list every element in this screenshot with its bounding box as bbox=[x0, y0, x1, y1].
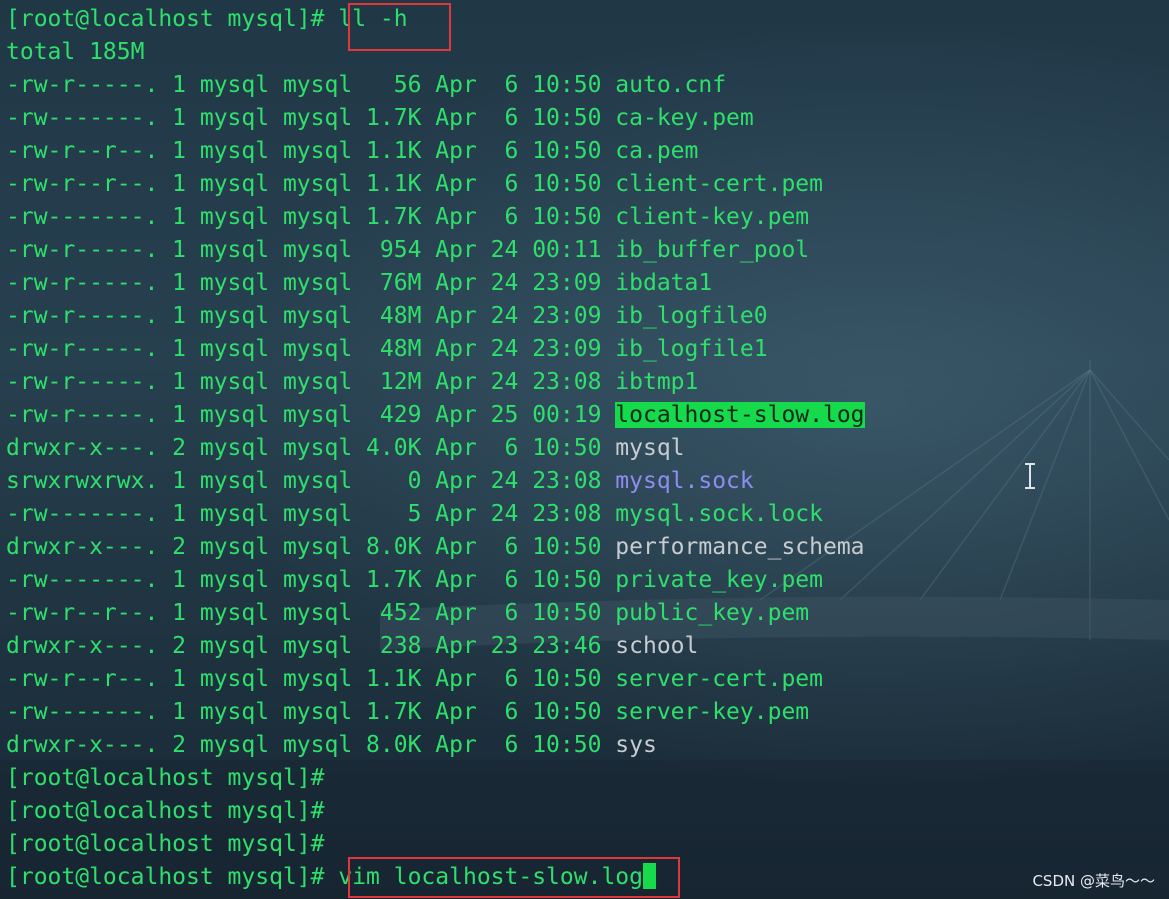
file-name: mysql.sock bbox=[615, 468, 754, 494]
file-row: -rw-r-----. 1 mysql mysql 954 Apr 24 00:… bbox=[6, 234, 865, 267]
file-name: performance_schema bbox=[615, 534, 865, 560]
file-row: -rw-r--r--. 1 mysql mysql 452 Apr 6 10:5… bbox=[6, 597, 865, 630]
shell-prompt: [root@localhost mysql]# bbox=[6, 864, 339, 890]
shell-prompt: [root@localhost mysql]# bbox=[6, 765, 339, 791]
file-row: -rw-r-----. 1 mysql mysql 76M Apr 24 23:… bbox=[6, 267, 865, 300]
file-name: mysql.sock.lock bbox=[615, 501, 823, 527]
file-row: -rw-r--r--. 1 mysql mysql 1.1K Apr 6 10:… bbox=[6, 168, 865, 201]
file-row: -rw-r-----. 1 mysql mysql 48M Apr 24 23:… bbox=[6, 300, 865, 333]
file-row: -rw-------. 1 mysql mysql 1.7K Apr 6 10:… bbox=[6, 102, 865, 135]
file-metadata: -rw-r-----. 1 mysql mysql 48M Apr 24 23:… bbox=[6, 303, 616, 329]
shell-prompt: [root@localhost mysql]# bbox=[6, 831, 339, 857]
file-row: -rw-r--r--. 1 mysql mysql 1.1K Apr 6 10:… bbox=[6, 135, 865, 168]
file-metadata: -rw-r-----. 1 mysql mysql 12M Apr 24 23:… bbox=[6, 369, 616, 395]
file-row: -rw-r-----. 1 mysql mysql 56 Apr 6 10:50… bbox=[6, 69, 865, 102]
file-row: drwxr-x---. 2 mysql mysql 8.0K Apr 6 10:… bbox=[6, 531, 865, 564]
file-name: client-key.pem bbox=[615, 204, 810, 230]
file-metadata: -rw-r-----. 1 mysql mysql 954 Apr 24 00:… bbox=[6, 237, 616, 263]
file-name: mysql bbox=[615, 435, 685, 461]
file-metadata: -rw-r--r--. 1 mysql mysql 1.1K Apr 6 10:… bbox=[6, 666, 616, 692]
file-name: server-key.pem bbox=[615, 699, 810, 725]
file-row: -rw-------. 1 mysql mysql 1.7K Apr 6 10:… bbox=[6, 201, 865, 234]
file-row: -rw-------. 1 mysql mysql 1.7K Apr 6 10:… bbox=[6, 696, 865, 729]
file-name: ibtmp1 bbox=[615, 369, 699, 395]
file-metadata: srwxrwxrwx. 1 mysql mysql 0 Apr 24 23:08 bbox=[6, 468, 616, 494]
file-metadata: -rw-r-----. 1 mysql mysql 76M Apr 24 23:… bbox=[6, 270, 616, 296]
total-size: total 185M bbox=[6, 39, 145, 65]
annotation-box-vim-command bbox=[348, 857, 680, 898]
file-metadata: -rw-------. 1 mysql mysql 1.7K Apr 6 10:… bbox=[6, 204, 616, 230]
file-metadata: drwxr-x---. 2 mysql mysql 8.0K Apr 6 10:… bbox=[6, 732, 616, 758]
csdn-watermark: CSDN @菜鸟～～ bbox=[1032, 872, 1155, 890]
file-row: -rw-r-----. 1 mysql mysql 429 Apr 25 00:… bbox=[6, 399, 865, 432]
file-name: ibdata1 bbox=[615, 270, 713, 296]
file-metadata: -rw-r--r--. 1 mysql mysql 1.1K Apr 6 10:… bbox=[6, 171, 616, 197]
file-row: srwxrwxrwx. 1 mysql mysql 0 Apr 24 23:08… bbox=[6, 465, 865, 498]
file-row: drwxr-x---. 2 mysql mysql 238 Apr 23 23:… bbox=[6, 630, 865, 663]
file-metadata: -rw-r--r--. 1 mysql mysql 1.1K Apr 6 10:… bbox=[6, 138, 616, 164]
file-name: auto.cnf bbox=[615, 72, 727, 98]
file-name: sys bbox=[615, 732, 657, 758]
file-metadata: -rw-------. 1 mysql mysql 1.7K Apr 6 10:… bbox=[6, 699, 616, 725]
file-name: school bbox=[615, 633, 699, 659]
file-name: public_key.pem bbox=[615, 600, 810, 626]
file-metadata: -rw-r-----. 1 mysql mysql 48M Apr 24 23:… bbox=[6, 336, 616, 362]
empty-prompt-line: [root@localhost mysql]# bbox=[6, 762, 865, 795]
file-metadata: -rw-r-----. 1 mysql mysql 429 Apr 25 00:… bbox=[6, 402, 616, 428]
file-row: -rw-r--r--. 1 mysql mysql 1.1K Apr 6 10:… bbox=[6, 663, 865, 696]
empty-prompt-line: [root@localhost mysql]# bbox=[6, 795, 865, 828]
file-row: -rw-------. 1 mysql mysql 5 Apr 24 23:08… bbox=[6, 498, 865, 531]
file-name: localhost-slow.log bbox=[615, 402, 865, 428]
file-metadata: -rw-------. 1 mysql mysql 1.7K Apr 6 10:… bbox=[6, 567, 616, 593]
file-row: drwxr-x---. 2 mysql mysql 4.0K Apr 6 10:… bbox=[6, 432, 865, 465]
file-name: ib_logfile1 bbox=[615, 336, 768, 362]
file-row: drwxr-x---. 2 mysql mysql 8.0K Apr 6 10:… bbox=[6, 729, 865, 762]
file-row: -rw-r-----. 1 mysql mysql 12M Apr 24 23:… bbox=[6, 366, 865, 399]
file-name: ib_buffer_pool bbox=[615, 237, 810, 263]
annotation-box-ll-command bbox=[348, 3, 451, 51]
file-metadata: -rw-r-----. 1 mysql mysql 56 Apr 6 10:50 bbox=[6, 72, 616, 98]
file-row: -rw-------. 1 mysql mysql 1.7K Apr 6 10:… bbox=[6, 564, 865, 597]
terminal-output: [root@localhost mysql]# ll -h total 185M -… bbox=[6, 3, 865, 894]
text-cursor-ibeam-icon bbox=[1025, 463, 1035, 489]
file-row: -rw-r-----. 1 mysql mysql 48M Apr 24 23:… bbox=[6, 333, 865, 366]
file-name: ca.pem bbox=[615, 138, 699, 164]
file-name: ib_logfile0 bbox=[615, 303, 768, 329]
shell-prompt: [root@localhost mysql]# bbox=[6, 6, 339, 32]
file-metadata: -rw-------. 1 mysql mysql 1.7K Apr 6 10:… bbox=[6, 105, 616, 131]
file-metadata: -rw-r--r--. 1 mysql mysql 452 Apr 6 10:5… bbox=[6, 600, 616, 626]
file-name: server-cert.pem bbox=[615, 666, 823, 692]
file-name: ca-key.pem bbox=[615, 105, 754, 131]
file-metadata: drwxr-x---. 2 mysql mysql 238 Apr 23 23:… bbox=[6, 633, 616, 659]
file-metadata: -rw-------. 1 mysql mysql 5 Apr 24 23:08 bbox=[6, 501, 616, 527]
file-metadata: drwxr-x---. 2 mysql mysql 4.0K Apr 6 10:… bbox=[6, 435, 616, 461]
shell-prompt: [root@localhost mysql]# bbox=[6, 798, 339, 824]
file-metadata: drwxr-x---. 2 mysql mysql 8.0K Apr 6 10:… bbox=[6, 534, 616, 560]
file-name: client-cert.pem bbox=[615, 171, 823, 197]
file-name: private_key.pem bbox=[615, 567, 823, 593]
